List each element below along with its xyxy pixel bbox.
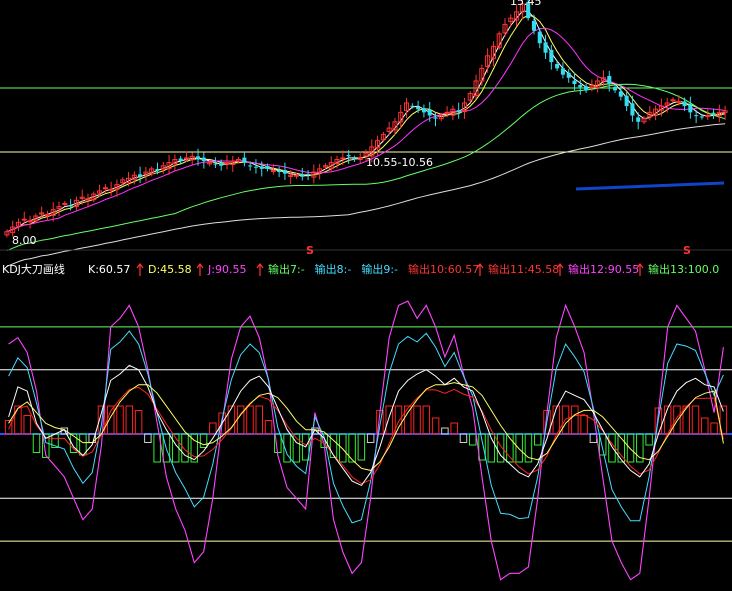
indicator-value-5: 输出8:- [315, 262, 352, 276]
candle-body-down [456, 110, 461, 113]
candle-body-down [607, 75, 612, 85]
signal-marker-s: S [683, 244, 691, 257]
candle-body-down [572, 80, 577, 85]
candle-body-down [613, 86, 618, 91]
candle-body-down [259, 166, 264, 169]
candle-body-down [138, 174, 143, 177]
candle-body-down [213, 163, 218, 165]
candle-body-up [183, 157, 189, 160]
candle-body-down [688, 104, 693, 113]
signal-marker-s: S [306, 244, 314, 257]
indicator-value-1: K:60.57 [88, 263, 130, 276]
candle-body-up [102, 187, 108, 190]
candle-body-down [155, 168, 160, 171]
candle-body-down [352, 158, 357, 160]
candle-body-down [248, 165, 253, 167]
candle-body-down [421, 108, 426, 113]
candle-body-down [201, 157, 206, 162]
candle-body-down [560, 68, 565, 75]
candle-body-up [670, 99, 676, 102]
kdj-stock-chart: 15.45 10.55-10.56 8.00 S S KDJ大刀画线 K:60.… [0, 0, 732, 591]
indicator-name: KDJ大刀画线 [2, 262, 65, 276]
candle-body-down [699, 116, 704, 118]
candle-body-down [196, 156, 201, 160]
low-price-label: 8.00 [12, 234, 37, 247]
candle-body-down [566, 72, 571, 78]
indicator-value-8: 输出11:45.58 [488, 262, 559, 276]
candle-body-up [224, 162, 230, 165]
candle-body-down [219, 163, 224, 166]
candle-body-down [253, 166, 258, 168]
indicator-value-10: 输出13:100.0 [648, 262, 719, 276]
candle-body-down [282, 170, 287, 174]
candle-body-down [531, 20, 536, 31]
candle-body-down [543, 42, 548, 53]
indicator-value-2: D:45.58 [148, 263, 192, 276]
candle-body-up [27, 220, 33, 223]
candle-body-down [410, 105, 415, 107]
candle-body-down [68, 205, 73, 207]
candle-body-down [433, 117, 438, 119]
candle-body-down [555, 63, 560, 69]
indicator-value-7: 输出10:60.57 [408, 262, 479, 276]
candle-body-down [618, 91, 623, 97]
candle-body-down [346, 155, 351, 157]
candle-body-down [578, 85, 583, 88]
candle-body-up [676, 100, 682, 103]
candle-body-down [682, 101, 687, 107]
candle-body-down [416, 107, 421, 110]
candle-body-up [270, 169, 276, 172]
price-range-label: 10.55-10.56 [366, 156, 433, 169]
candle-body-down [265, 166, 270, 169]
candle-body-down [178, 158, 183, 162]
candle-body-up [340, 157, 346, 160]
candle-body-down [427, 109, 432, 116]
indicator-value-3: J:90.55 [207, 263, 246, 276]
peak-price-label: 15.45 [510, 0, 542, 8]
candle-body-up [293, 174, 300, 177]
candle-body-up [21, 218, 27, 221]
candle-body-up [62, 202, 68, 205]
candle-body-down [630, 103, 635, 116]
candle-body-down [624, 95, 629, 107]
indicator-value-9: 输出12:90.55 [568, 262, 639, 276]
candle-body-down [549, 49, 554, 63]
indicator-header: KDJ大刀画线 K:60.57 D:45.58 J:90.55 输出7:- 输出8:- 输… [2, 262, 719, 276]
candle-body-down [584, 86, 589, 91]
candle-body-down [694, 115, 699, 117]
indicator-value-4: 输出7:- [268, 262, 305, 276]
candle-body-down [711, 112, 716, 114]
candle-body-down [306, 173, 311, 176]
indicator-value-6: 输出9:- [361, 262, 398, 276]
candle-body-up [705, 115, 711, 118]
candle-body-down [300, 174, 305, 177]
candle-body-up [108, 188, 114, 191]
candle-body-down [277, 170, 282, 173]
candle-body-down [242, 157, 247, 163]
candle-body-down [636, 117, 641, 122]
candle-body-down [537, 31, 542, 44]
